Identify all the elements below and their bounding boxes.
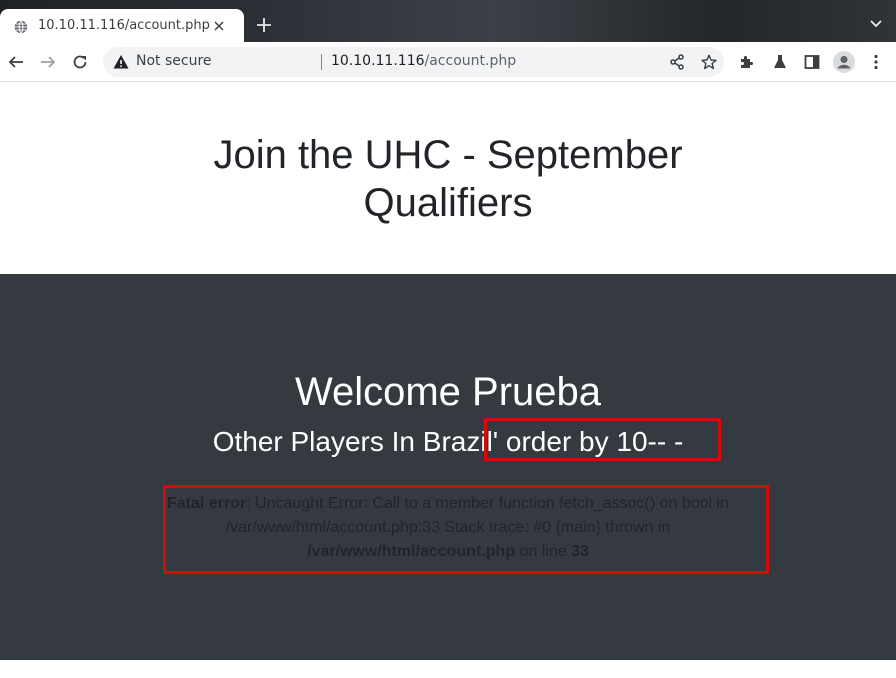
error-highlight-box <box>163 485 769 574</box>
welcome-heading: Welcome Prueba <box>294 370 602 414</box>
close-icon[interactable] <box>210 17 228 35</box>
page-bottom <box>0 660 896 678</box>
forward-arrow-icon[interactable] <box>36 50 60 74</box>
url-host: 10.10.11.116 <box>331 53 425 69</box>
page-title: Join the UHC - September Qualifiers <box>213 133 683 225</box>
flask-icon[interactable] <box>768 50 792 74</box>
url-path: /account.php <box>424 53 517 69</box>
share-icon[interactable] <box>665 50 689 74</box>
account-section: Welcome Prueba Other Players In Brazil' … <box>0 274 896 660</box>
players-heading: Other Players In Brazil' order by 10-- - <box>0 426 896 458</box>
tab-title: 10.10.11.116/account.php <box>38 18 210 33</box>
tab-strip: 10.10.11.116/account.php <box>0 0 896 42</box>
url-text[interactable]: 10.10.11.116/account.php <box>331 53 516 69</box>
omnibox-divider <box>321 54 322 70</box>
reload-icon[interactable] <box>68 50 92 74</box>
back-arrow-icon[interactable] <box>4 50 28 74</box>
security-label[interactable]: Not secure <box>136 53 212 69</box>
injection-highlight-box <box>484 418 721 461</box>
star-icon[interactable] <box>697 50 721 74</box>
browser-tab[interactable]: 10.10.11.116/account.php <box>0 9 244 42</box>
hero-section: Join the UHC - September Qualifiers <box>0 83 896 274</box>
profile-icon[interactable] <box>832 50 856 74</box>
players-prefix: Other Players In Brazi <box>212 426 487 457</box>
chevron-down-icon[interactable] <box>866 14 886 34</box>
address-bar[interactable]: Not secure 10.10.11.116/account.php <box>103 47 724 77</box>
puzzle-icon[interactable] <box>735 50 759 74</box>
kebab-menu-icon[interactable] <box>864 50 888 74</box>
side-panel-icon[interactable] <box>800 50 824 74</box>
globe-icon <box>14 19 28 34</box>
warning-icon[interactable] <box>113 54 129 70</box>
plus-icon[interactable] <box>253 14 275 36</box>
browser-toolbar: Not secure 10.10.11.116/account.php <box>0 42 896 82</box>
